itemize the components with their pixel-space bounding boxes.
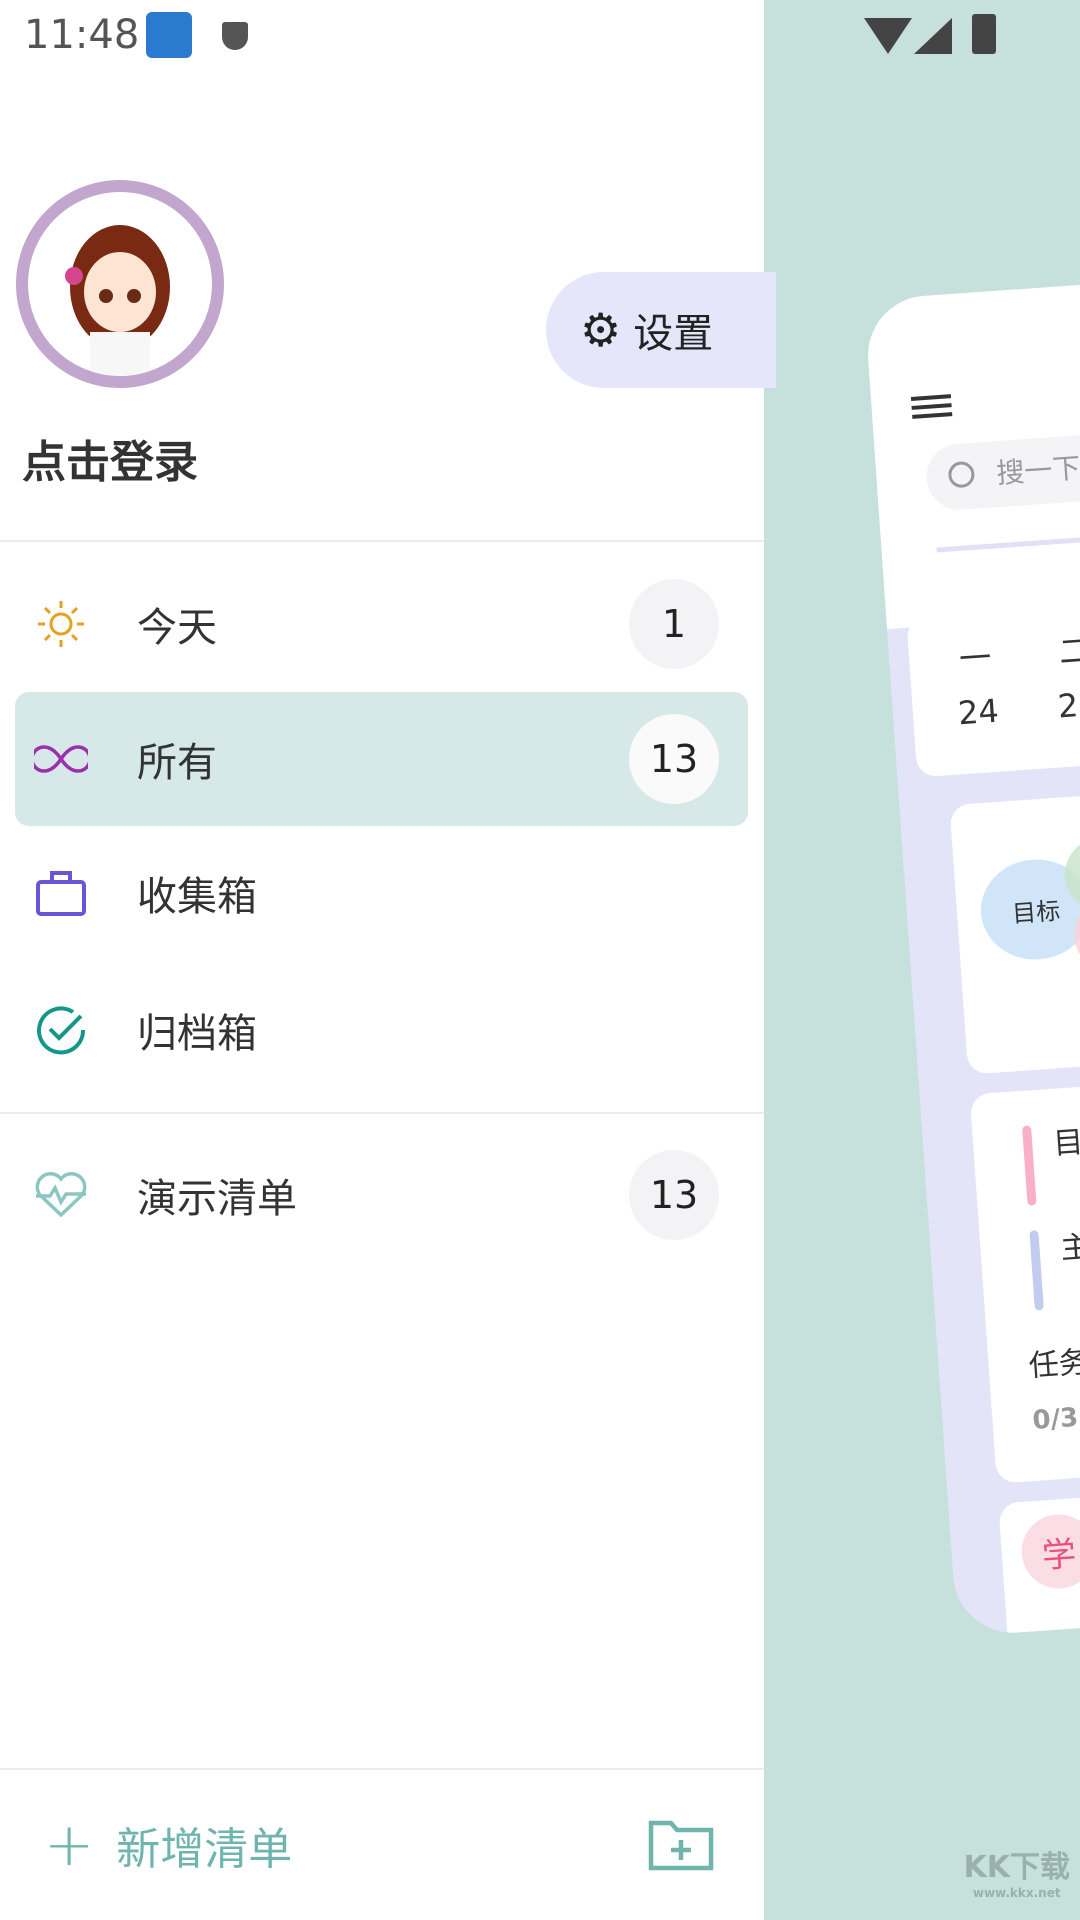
- clock: 11:48: [24, 12, 140, 58]
- avatar[interactable]: [16, 180, 224, 388]
- nav-item-archive[interactable]: 归档箱: [15, 963, 748, 1097]
- settings-button[interactable]: ⚙ 设置: [546, 272, 776, 388]
- divider: [0, 1768, 764, 1770]
- menu-icon: [910, 394, 953, 419]
- gear-icon: ⚙: [580, 303, 622, 357]
- battery-charging-icon: [972, 14, 996, 54]
- wifi-icon: [864, 18, 912, 54]
- app-notification-icon: [146, 12, 192, 58]
- date: 24: [956, 691, 1001, 733]
- divider: [0, 540, 764, 542]
- task-label: 任务: [1027, 1344, 1080, 1385]
- count-badge: 13: [629, 1150, 719, 1240]
- settings-label: 设置: [633, 311, 714, 357]
- search-placeholder: 搜一下: [995, 451, 1080, 491]
- infinity-icon: [31, 729, 91, 789]
- divider: [936, 508, 1080, 553]
- add-list-button[interactable]: + 新增清单: [44, 1810, 292, 1880]
- add-folder-icon[interactable]: [648, 1818, 714, 1876]
- login-link[interactable]: 点击登录: [22, 426, 198, 490]
- heartbeat-icon: [31, 1165, 91, 1225]
- list-label: 演示清单: [137, 1176, 297, 1222]
- count-badge: 13: [629, 714, 719, 804]
- tag-badge: 学: [1019, 1511, 1080, 1591]
- nav-label: 今天: [137, 605, 217, 651]
- tag-card: 学: [998, 1464, 1080, 1637]
- goals-card: 目标 主 任务 0/3: [969, 1055, 1080, 1484]
- row-label: 主: [1059, 1229, 1080, 1267]
- weekday: 二: [1057, 631, 1080, 672]
- divider: [0, 1112, 764, 1114]
- row-label: 目标: [1052, 1122, 1080, 1162]
- navigation-drawer: 点击登录 ⚙ 设置 今天 1 所有 13 收集箱 归档箱 演示清单 13 + 新…: [0, 0, 776, 1920]
- main-content-preview[interactable]: 搜一下 一 二 24 25 目标 进 待 目标 主 任务 0/3 学 KK下载w…: [764, 0, 1080, 1920]
- task-progress: 0/3: [1031, 1402, 1080, 1436]
- nav-label: 归档箱: [137, 1011, 257, 1057]
- shield-icon: [222, 22, 248, 50]
- nav-label: 所有: [137, 740, 217, 786]
- search-box: 搜一下: [924, 407, 1080, 512]
- add-list-label: 新增清单: [116, 1824, 293, 1875]
- weekday: 一: [957, 638, 993, 679]
- plus-icon: +: [44, 1810, 95, 1880]
- status-bar: 11:48: [0, 0, 1080, 73]
- nav-item-today[interactable]: 今天 1: [15, 557, 748, 691]
- nav-item-all[interactable]: 所有 13: [15, 692, 748, 826]
- date: 25: [1056, 684, 1080, 726]
- briefcase-icon: [31, 863, 91, 923]
- search-icon: [947, 460, 976, 489]
- sun-icon: [31, 594, 91, 654]
- check-circle-icon: [31, 1000, 91, 1060]
- signal-icon: [914, 18, 952, 54]
- venn-card: 目标 进 待: [949, 766, 1080, 1075]
- nav-item-inbox[interactable]: 收集箱: [15, 826, 748, 960]
- nav-label: 收集箱: [137, 874, 257, 920]
- watermark: KK下载 www.kkx.net: [963, 1850, 1071, 1900]
- count-badge: 1: [629, 579, 719, 669]
- app-preview-card: 搜一下 一 二 24 25 目标 进 待 目标 主 任务 0/3 学: [864, 258, 1080, 1637]
- footer: + 新增清单: [0, 1800, 764, 1890]
- list-item-demo[interactable]: 演示清单 13: [15, 1128, 748, 1262]
